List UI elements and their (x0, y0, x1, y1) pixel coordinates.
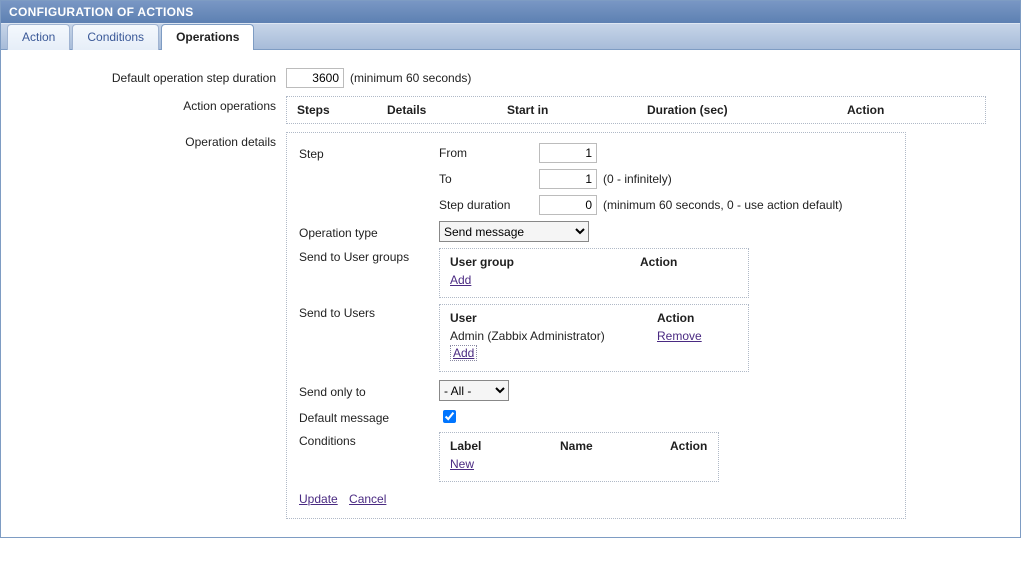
user-group-col: User group (450, 255, 640, 269)
user-row-name: Admin (Zabbix Administrator) (450, 329, 657, 343)
default-step-duration-hint: (minimum 60 seconds) (350, 71, 471, 85)
default-message-checkbox[interactable] (443, 410, 456, 423)
send-users-label: Send to Users (299, 304, 439, 320)
tab-conditions[interactable]: Conditions (72, 24, 159, 50)
action-operations-label: Action operations (21, 96, 286, 113)
action-operations-table: Steps Details Start in Duration (sec) Ac… (286, 96, 986, 124)
send-user-groups-label: Send to User groups (299, 248, 439, 264)
col-start-in: Start in (507, 103, 647, 117)
step-label: Step (299, 145, 439, 161)
user-col: User (450, 311, 657, 325)
user-action-col: Action (657, 311, 738, 325)
user-group-action-col: Action (640, 255, 730, 269)
default-step-duration-input[interactable] (286, 68, 344, 88)
to-hint: (0 - infinitely) (603, 172, 672, 186)
conditions-table: Label Name Action New (439, 432, 719, 482)
user-add-link[interactable]: Add (450, 345, 477, 361)
from-input[interactable] (539, 143, 597, 163)
cancel-link[interactable]: Cancel (349, 492, 386, 506)
tab-operations[interactable]: Operations (161, 24, 254, 50)
to-label: To (439, 172, 539, 186)
users-table: User Action Admin (Zabbix Administrator)… (439, 304, 749, 372)
col-duration: Duration (sec) (647, 103, 847, 117)
user-group-add-link[interactable]: Add (450, 273, 471, 287)
tab-bar: Action Conditions Operations (1, 23, 1020, 50)
default-step-duration-label: Default operation step duration (21, 68, 286, 85)
conditions-label: Conditions (299, 432, 439, 448)
cond-label-col: Label (450, 439, 560, 453)
cond-action-col: Action (670, 439, 707, 453)
operation-type-select[interactable]: Send message (439, 221, 589, 242)
send-only-to-label: Send only to (299, 383, 439, 399)
col-details: Details (387, 103, 507, 117)
col-steps: Steps (297, 103, 387, 117)
tab-action[interactable]: Action (7, 24, 70, 50)
update-link[interactable]: Update (299, 492, 338, 506)
operation-details-box: Step From To (0 - infinitely) Step durat… (286, 132, 906, 519)
operation-type-label: Operation type (299, 224, 439, 240)
user-groups-table: User group Action Add (439, 248, 749, 298)
col-action: Action (847, 103, 927, 117)
step-duration-input[interactable] (539, 195, 597, 215)
step-duration-label: Step duration (439, 198, 539, 212)
step-duration-hint: (minimum 60 seconds, 0 - use action defa… (603, 198, 842, 212)
panel-title: CONFIGURATION OF ACTIONS (1, 1, 1020, 23)
operation-details-label: Operation details (21, 132, 286, 149)
from-label: From (439, 146, 539, 160)
default-message-label: Default message (299, 409, 439, 425)
cond-name-col: Name (560, 439, 670, 453)
cond-new-link[interactable]: New (450, 457, 474, 471)
to-input[interactable] (539, 169, 597, 189)
user-remove-link[interactable]: Remove (657, 329, 702, 343)
send-only-to-select[interactable]: - All - (439, 380, 509, 401)
